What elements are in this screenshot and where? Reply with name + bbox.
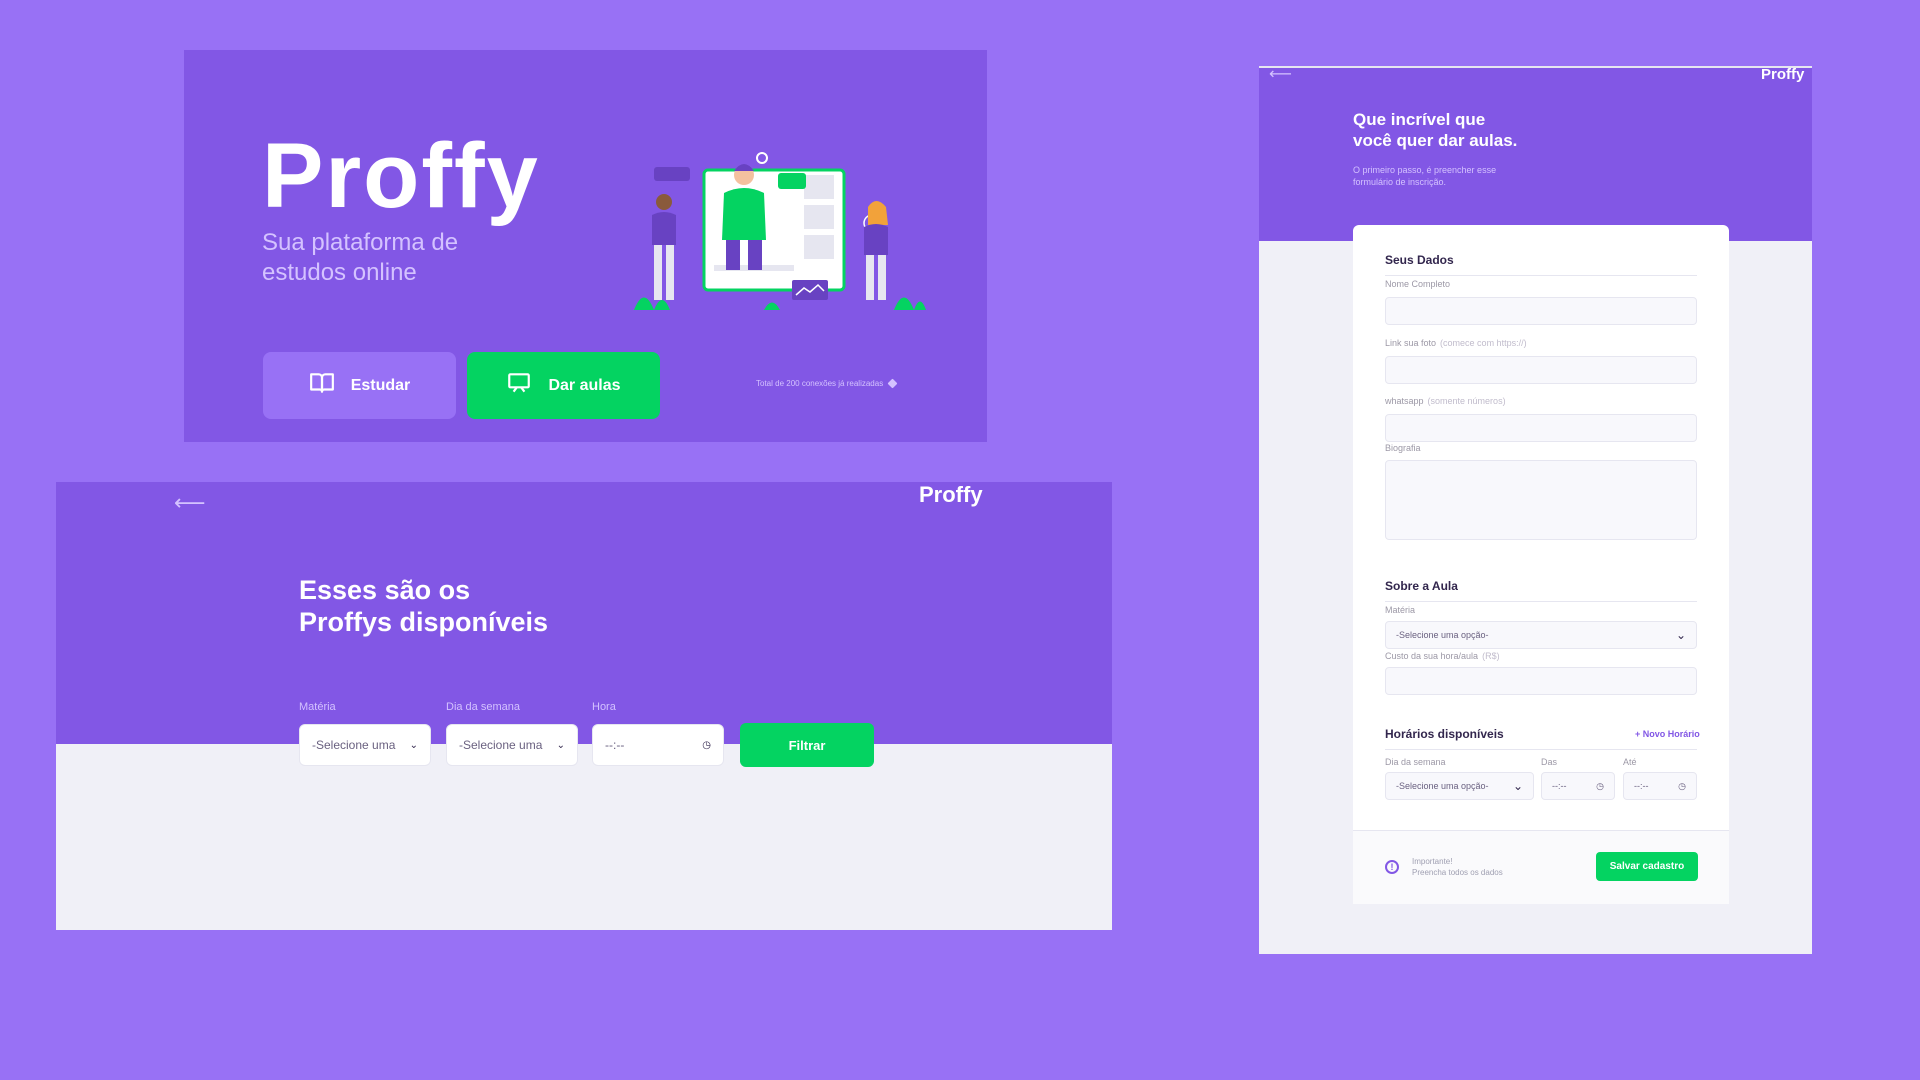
clock-icon: ◷ xyxy=(1596,780,1604,791)
whatsapp-label-hint: (somente números) xyxy=(1427,396,1506,406)
clock-icon: ◷ xyxy=(702,739,711,751)
time-input[interactable]: --:-- ◷ xyxy=(592,724,724,766)
page-title: Esses são os Proffys disponíveis xyxy=(299,574,619,638)
cost-label: Custo da sua hora/aula (R$) xyxy=(1385,651,1500,661)
subject-select[interactable]: -Selecione uma opção- ⌄ xyxy=(1385,621,1697,649)
chevron-down-icon: ⌄ xyxy=(556,739,565,751)
subject-select-value: -Selecione uma opção- xyxy=(1396,630,1489,640)
page-title: Que incrível que você quer dar aulas. xyxy=(1353,109,1573,151)
chevron-down-icon: ⌄ xyxy=(1512,779,1523,793)
give-classes-form-panel: ⟵ Proffy Que incrível que você quer dar … xyxy=(1259,66,1812,954)
form-footer: ! Importante! Preencha todos os dados Sa… xyxy=(1353,830,1729,904)
form-card: Seus Dados Nome Completo Link sua foto (c… xyxy=(1353,225,1729,904)
save-button[interactable]: Salvar cadastro xyxy=(1596,852,1698,881)
total-connections-text: Total de 200 conexões já realizadas xyxy=(756,379,884,388)
landing-panel: Proffy Sua plataforma de estudos online xyxy=(184,50,987,442)
teacher-list-panel: ⟵ Proffy Esses são os Proffys disponívei… xyxy=(56,482,1112,930)
photo-label: Link sua foto (comece com https://) xyxy=(1385,338,1527,348)
cost-label-hint: (R$) xyxy=(1482,651,1500,661)
heart-icon xyxy=(887,378,898,389)
warning-icon: ! xyxy=(1385,860,1399,874)
section-title-about-class: Sobre a Aula xyxy=(1385,579,1697,602)
schedule-from-input[interactable]: --:-- ◷ xyxy=(1541,772,1615,800)
schedule-weekday-label: Dia da semana xyxy=(1385,757,1446,767)
photo-url-input[interactable] xyxy=(1385,356,1697,384)
book-open-icon xyxy=(309,370,335,401)
whatsapp-input[interactable] xyxy=(1385,414,1697,442)
time-filter-label: Hora xyxy=(592,701,616,713)
subject-select[interactable]: -Selecione uma ⌄ xyxy=(299,724,431,766)
chevron-down-icon: ⌄ xyxy=(409,739,418,751)
photo-label-text: Link sua foto xyxy=(1385,338,1437,348)
section-title-your-data: Seus Dados xyxy=(1385,253,1697,276)
subject-select-value: -Selecione uma xyxy=(312,738,396,752)
cost-input[interactable] xyxy=(1385,667,1697,695)
page-title-line-1: Que incrível que xyxy=(1353,110,1486,129)
proffy-logo: Proffy xyxy=(1761,66,1805,83)
schedule-weekday-value: -Selecione uma opção- xyxy=(1396,781,1489,791)
total-connections: Total de 200 conexões já realizadas xyxy=(756,378,898,389)
page-description: O primeiro passo, é preencher esse formu… xyxy=(1353,165,1497,187)
name-label: Nome Completo xyxy=(1385,279,1451,289)
give-classes-button-label: Dar aulas xyxy=(548,376,621,394)
photo-label-hint: (comece com https://) xyxy=(1440,338,1527,348)
weekday-filter-label: Dia da semana xyxy=(446,701,520,713)
give-classes-button[interactable]: Dar aulas xyxy=(467,352,660,419)
landing-illustration xyxy=(634,152,926,310)
cost-label-text: Custo da sua hora/aula xyxy=(1385,651,1479,661)
schedule-from-label: Das xyxy=(1541,757,1558,767)
schedule-to-label: Até xyxy=(1623,757,1637,767)
page-title-line-2: você quer dar aulas. xyxy=(1353,131,1518,150)
warning-title: Importante! xyxy=(1412,857,1453,866)
page-header xyxy=(1259,66,1812,241)
bio-label: Biografia xyxy=(1385,443,1421,453)
clock-icon: ◷ xyxy=(1678,780,1686,791)
filter-button[interactable]: Filtrar xyxy=(740,723,874,767)
page-title-line-1: Esses são os xyxy=(299,575,471,605)
arrow-left-icon[interactable]: ⟵ xyxy=(1269,66,1292,84)
schedule-to-input[interactable]: --:-- ◷ xyxy=(1623,772,1697,800)
warning-message: Importante! Preencha todos os dados xyxy=(1412,856,1503,878)
schedule-to-value: --:-- xyxy=(1634,781,1649,791)
whatsapp-label: whatsapp (somente números) xyxy=(1385,396,1506,406)
weekday-select-value: -Selecione uma xyxy=(459,738,543,752)
bio-textarea[interactable] xyxy=(1385,460,1697,540)
weekday-select[interactable]: -Selecione uma ⌄ xyxy=(446,724,578,766)
schedule-from-value: --:-- xyxy=(1552,781,1567,791)
tagline: Sua plataforma de estudos online xyxy=(262,229,459,286)
study-button-label: Estudar xyxy=(350,376,411,394)
arrow-left-icon[interactable]: ⟵ xyxy=(174,490,206,516)
presentation-icon xyxy=(506,370,532,401)
name-input[interactable] xyxy=(1385,297,1697,325)
study-button[interactable]: Estudar xyxy=(263,352,456,419)
proffy-logo: Proffy xyxy=(919,482,983,507)
page-title-line-2: Proffys disponíveis xyxy=(299,607,549,637)
subject-label: Matéria xyxy=(1385,605,1416,615)
chevron-down-icon: ⌄ xyxy=(1675,628,1686,642)
whatsapp-label-text: whatsapp xyxy=(1385,396,1424,406)
subject-filter-label: Matéria xyxy=(299,701,336,713)
proffy-logo: Proffy xyxy=(262,125,540,227)
warning-text: Preencha todos os dados xyxy=(1412,868,1503,877)
time-input-value: --:-- xyxy=(605,738,625,752)
schedule-weekday-select[interactable]: -Selecione uma opção- ⌄ xyxy=(1385,772,1534,800)
new-schedule-button[interactable]: + Novo Horário xyxy=(1635,729,1700,739)
